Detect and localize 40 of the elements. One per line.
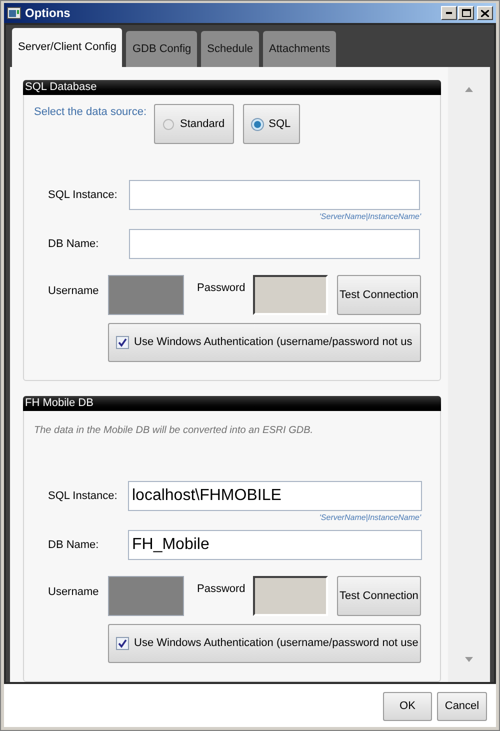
window-icon: [7, 7, 21, 19]
close-button[interactable]: [477, 6, 493, 20]
group-header: SQL Database: [23, 80, 441, 95]
field-label: Username: [48, 284, 100, 299]
radio-option[interactable]: SQL: [242, 104, 300, 144]
dialog-button[interactable]: Cancel: [437, 692, 487, 721]
close-icon: [481, 10, 489, 16]
description-text: The data in the Mobile DB will be converted into an ESRI GDB.: [34, 425, 314, 436]
input-field[interactable]: [129, 229, 420, 259]
tab[interactable]: Attachments: [263, 31, 336, 67]
group-header: FH Mobile DB: [23, 396, 441, 411]
minimize-icon: [446, 12, 452, 14]
input-field[interactable]: [129, 180, 420, 210]
windows-auth-checkbox[interactable]: Use Windows Authentication (username/password not use: [108, 624, 421, 663]
field-label: DB Name:: [48, 538, 100, 553]
source-label: Select the data source:: [34, 105, 148, 120]
checkbox[interactable]: [116, 637, 129, 650]
field-label: Password: [197, 281, 246, 296]
tab[interactable]: Server/Client Config: [12, 28, 122, 67]
field-label: SQL Instance:: [48, 188, 118, 203]
input-field[interactable]: FH_Mobile: [128, 530, 422, 560]
hint-text: 'ServerName|InstanceName': [319, 211, 421, 223]
hint-text: 'ServerName|InstanceName': [319, 512, 421, 524]
field-label: SQL Instance:: [48, 488, 118, 504]
radio-option[interactable]: Standard: [154, 104, 234, 144]
checkbox[interactable]: [116, 336, 129, 349]
test-connection-button[interactable]: Test Connection: [337, 576, 421, 616]
field-label: DB Name:: [48, 236, 100, 252]
field-label: Username: [48, 585, 100, 600]
field-label: Password: [197, 582, 246, 597]
tab[interactable]: Schedule: [201, 31, 260, 67]
test-connection-button[interactable]: Test Connection: [337, 275, 421, 315]
input-field[interactable]: localhost\FHMOBILE: [128, 481, 422, 511]
windows-auth-checkbox[interactable]: Use Windows Authentication (username/password not us: [108, 323, 421, 362]
tab[interactable]: GDB Config: [126, 31, 198, 67]
dialog-button[interactable]: OK: [383, 692, 432, 721]
maximize-icon: [462, 9, 470, 17]
maximize-button[interactable]: [458, 6, 474, 20]
minimize-button[interactable]: [441, 6, 457, 20]
window-title: Options: [25, 5, 70, 22]
